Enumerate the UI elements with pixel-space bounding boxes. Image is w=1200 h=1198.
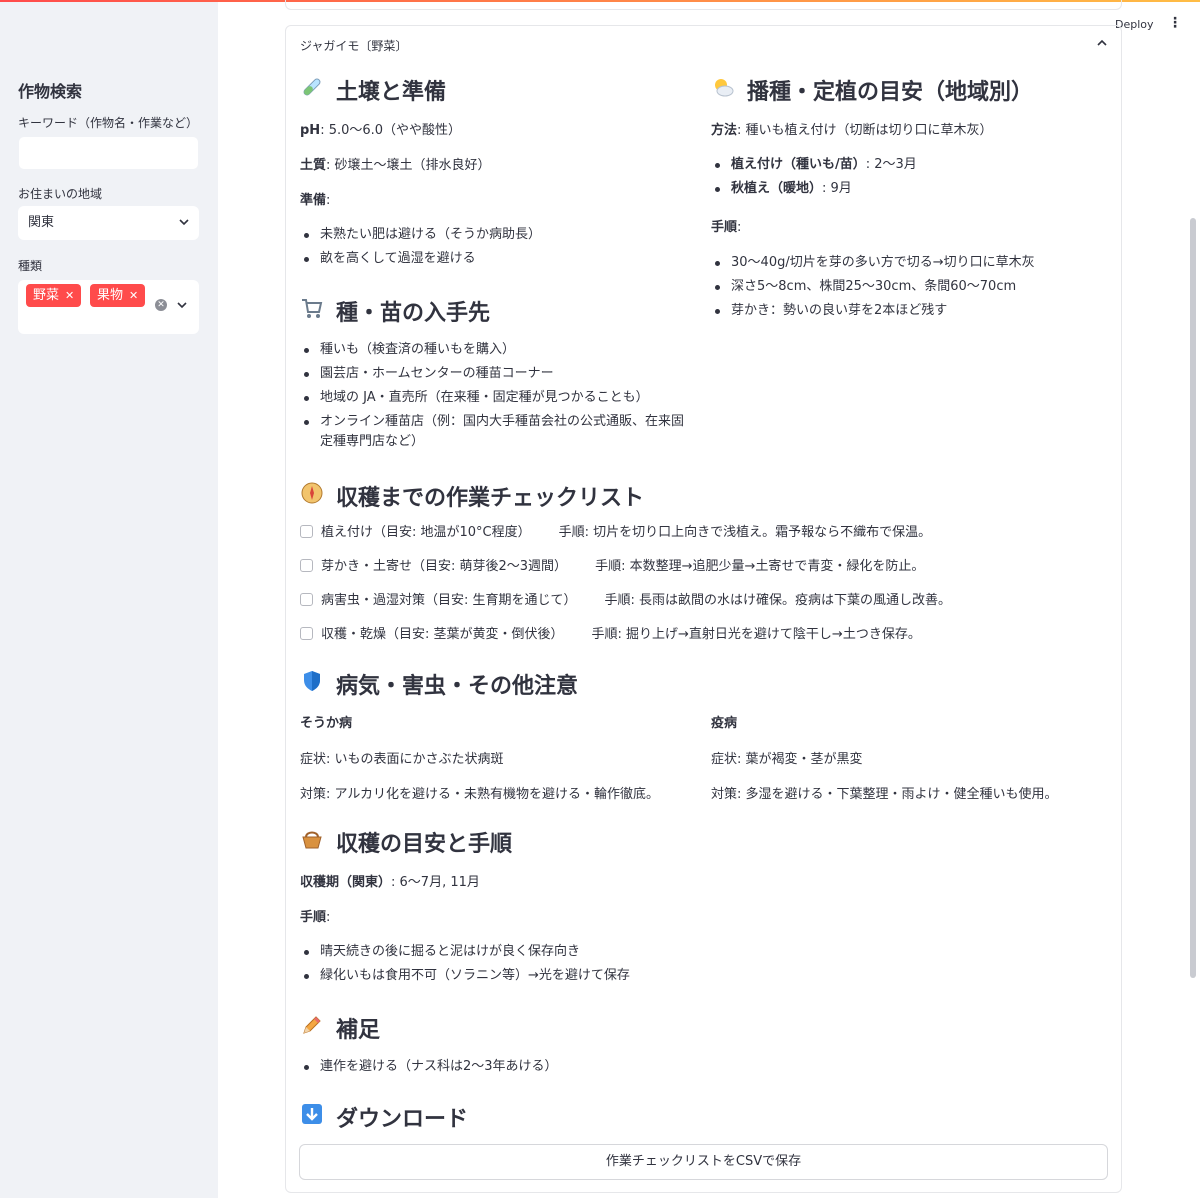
pencil-icon — [300, 1013, 328, 1042]
remove-tag-icon[interactable]: ✕ — [65, 289, 74, 302]
chevron-down-icon — [179, 206, 189, 253]
type-label: 種類 — [18, 259, 43, 273]
list-item: 緑化いもは食用不可（ソラニン等）→光を避けて保存 — [300, 966, 800, 986]
checkbox[interactable] — [300, 559, 313, 572]
disease-measure-right: 対策: 多湿を避ける・下葉整理・雨よけ・健全種いも使用。 — [711, 787, 1058, 802]
region-select[interactable]: 関東 — [18, 206, 199, 240]
planting-steps-list: 30〜40g/切片を芽の多い方で切る→切り口に草木灰 深さ5〜8cm、株間25〜… — [711, 253, 1106, 325]
download-csv-button[interactable]: 作業チェックリストをCSVで保存 — [299, 1144, 1108, 1180]
planting-steps-label: 手順: — [711, 220, 742, 235]
scrollbar[interactable] — [1190, 218, 1196, 978]
notes-heading: 補足 — [300, 1012, 380, 1044]
disease-name-right: 疫病 — [711, 716, 738, 731]
list-item: 30〜40g/切片を芽の多い方で切る→切り口に草木灰 — [711, 253, 1106, 273]
disease-name-left: そうか病 — [300, 716, 353, 731]
checklist-item-4[interactable]: 収穫・乾燥（目安: 茎葉が黄変・倒伏後） 手順: 掘り上げ→直射日光を避けて陰干し… — [300, 625, 921, 645]
previous-expander — [285, 0, 1122, 10]
chevron-down-icon[interactable] — [177, 295, 187, 321]
list-item: 晴天続きの後に掘ると泥はけが良く保存向き — [300, 942, 800, 962]
disease-heading: 病気・害虫・その他注意 — [300, 668, 578, 700]
shopping-cart-icon — [300, 296, 328, 325]
download-heading: ダウンロード — [300, 1101, 468, 1133]
down-arrow-icon — [300, 1102, 328, 1131]
type-tag-vegetable[interactable]: 野菜 ✕ — [26, 284, 82, 307]
list-item: 畝を高くして過湿を避ける — [300, 249, 690, 269]
list-item: 秋植え（暖地）: 9月 — [711, 179, 1101, 199]
basket-icon — [300, 827, 328, 856]
sidebar-title: 作物検索 — [18, 82, 83, 101]
type-tag-fruit[interactable]: 果物 ✕ — [90, 284, 146, 307]
sources-list: 種いも（検査済の種いもを購入） 園芸店・ホームセンターの種苗コーナー 地域の J… — [300, 340, 695, 456]
method-text: 方法: 種いも植え付け（切断は切り口に草木灰） — [711, 123, 993, 138]
prep-list: 未熟たい肥は避ける（そうか病助長） 畝を高くして過湿を避ける — [300, 225, 690, 273]
prep-label: 準備: — [300, 193, 331, 208]
list-item: 植え付け（種いも/苗）: 2〜3月 — [711, 155, 1101, 175]
checklist-item-3[interactable]: 病害虫・過湿対策（目安: 生育期を通じて） 手順: 長雨は畝間の水はけ確保。疫病は… — [300, 591, 951, 611]
keyword-input[interactable] — [18, 136, 199, 170]
checkbox[interactable] — [300, 593, 313, 606]
sidebar: 作物検索 キーワード（作物名・作業など） お住まいの地域 関東 種類 野菜 ✕ 果… — [0, 2, 218, 1198]
region-label: お住まいの地域 — [18, 187, 103, 201]
remove-tag-icon[interactable]: ✕ — [129, 289, 138, 302]
clear-all-icon[interactable]: ✕ — [155, 299, 167, 311]
soil-heading: 土壌と準備 — [300, 74, 446, 106]
compass-icon — [300, 481, 328, 510]
ph-text: pH: 5.0〜6.0（やや酸性） — [300, 123, 462, 138]
harvest-period-text: 収穫期（関東）: 6〜7月, 11月 — [300, 875, 480, 890]
list-item: 地域の JA・直売所（在来種・固定種が見つかることも） — [300, 388, 695, 408]
planting-heading: 播種・定植の目安（地域別） — [711, 74, 1033, 106]
chevron-up-icon[interactable] — [1097, 35, 1107, 54]
list-item: オンライン種苗店（例：国内大手種苗会社の公式通販、在来固定種専門店など） — [300, 412, 695, 452]
checklist-heading: 収穫までの作業チェックリスト — [300, 480, 644, 512]
harvest-steps-list: 晴天続きの後に掘ると泥はけが良く保存向き 緑化いもは食用不可（ソラニン等）→光を… — [300, 942, 800, 990]
test-tube-icon — [300, 75, 328, 104]
expander-title[interactable]: ジャガイモ〔野菜〕 — [300, 37, 407, 54]
sources-heading: 種・苗の入手先 — [300, 295, 490, 327]
disease-symptom-left: 症状: いもの表面にかさぶた状病斑 — [300, 752, 504, 767]
shield-icon — [300, 669, 328, 698]
checklist-item-1[interactable]: 植え付け（目安: 地温が10°C程度） 手順: 切片を切り口上向きで浅植え。霜予報… — [300, 523, 931, 543]
checklist-item-2[interactable]: 芽かき・土寄せ（目安: 萌芽後2〜3週間） 手順: 本数整理→追肥少量→土寄せで青… — [300, 557, 924, 577]
keyword-label: キーワード（作物名・作業など） — [18, 116, 199, 130]
crop-expander: ジャガイモ〔野菜〕 土壌と準備 pH: 5.0〜6.0（やや酸性） 土質: 砂壌… — [285, 25, 1122, 1193]
harvest-heading: 収穫の目安と手順 — [300, 826, 512, 858]
harvest-steps-label: 手順: — [300, 910, 331, 925]
list-item: 園芸店・ホームセンターの種苗コーナー — [300, 364, 695, 384]
type-multiselect[interactable]: 野菜 ✕ 果物 ✕ ✕ — [18, 280, 199, 334]
list-item: 連作を避ける（ナス科は2〜3年あける） — [300, 1057, 800, 1077]
region-selected-value: 関東 — [28, 215, 55, 230]
disease-symptom-right: 症状: 葉が褐変・茎が黒変 — [711, 752, 863, 767]
list-item: 未熟たい肥は避ける（そうか病助長） — [300, 225, 690, 245]
disease-measure-left: 対策: アルカリ化を避ける・未熟有機物を避ける・輪作徹底。 — [300, 787, 659, 802]
sun-cloud-icon — [711, 75, 739, 104]
checkbox[interactable] — [300, 525, 313, 538]
list-item: 芽かき：勢いの良い芽を2本ほど残す — [711, 301, 1106, 321]
notes-list: 連作を避ける（ナス科は2〜3年あける） — [300, 1057, 800, 1081]
list-item: 種いも（検査済の種いもを購入） — [300, 340, 695, 360]
main-menu-icon[interactable]: ⋮ — [1168, 15, 1182, 31]
planting-times-list: 植え付け（種いも/苗）: 2〜3月 秋植え（暖地）: 9月 — [711, 155, 1101, 203]
soil-type-text: 土質: 砂壌土〜壌土（排水良好） — [300, 158, 491, 173]
list-item: 深さ5〜8cm、株間25〜30cm、条間60〜70cm — [711, 277, 1106, 297]
checkbox[interactable] — [300, 627, 313, 640]
